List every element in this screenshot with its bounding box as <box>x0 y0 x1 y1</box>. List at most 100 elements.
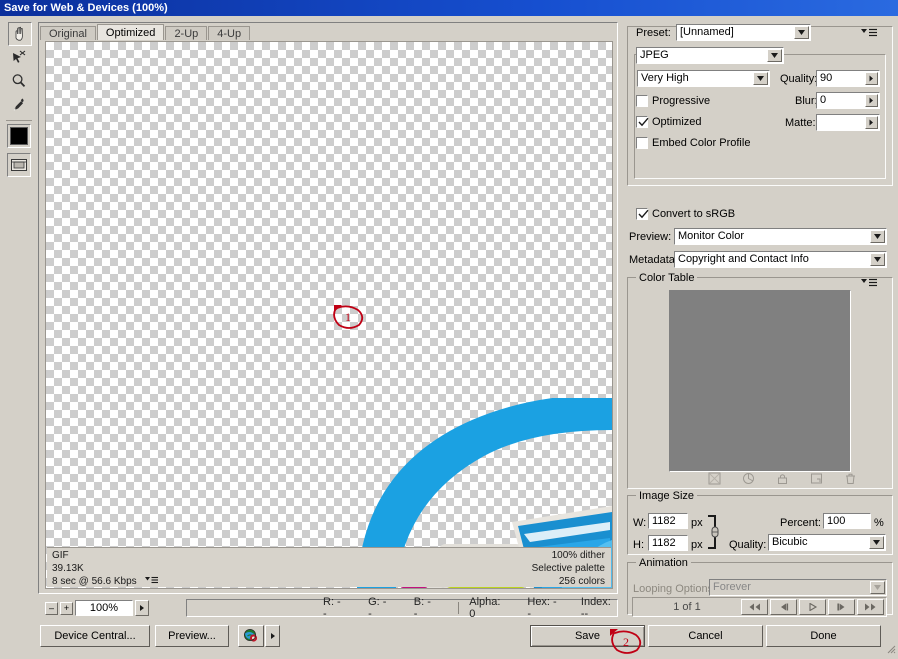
device-central-button[interactable]: Device Central... <box>40 625 150 647</box>
preset-value: [Unnamed] <box>680 26 734 38</box>
resample-quality-value: Bicubic <box>772 536 807 548</box>
file-format-dropdown-arrow[interactable] <box>767 49 782 62</box>
color-table-flyout-menu-button[interactable] <box>860 278 878 288</box>
next-frame-button[interactable] <box>828 599 855 615</box>
last-frame-button[interactable] <box>857 599 884 615</box>
file-format-combo[interactable]: JPEG <box>636 47 784 64</box>
color-table-swatches[interactable] <box>669 290 851 472</box>
previous-frame-button[interactable] <box>770 599 797 615</box>
tool-separator <box>6 120 32 121</box>
done-button[interactable]: Done <box>766 625 881 647</box>
zoom-in-button[interactable]: + <box>60 602 73 615</box>
checkmark-icon <box>638 117 649 127</box>
browser-select-dropdown[interactable] <box>265 625 280 647</box>
tab-original[interactable]: Original <box>40 26 96 40</box>
constrain-proportions-link-icon[interactable] <box>706 513 722 554</box>
browser-select-button[interactable] <box>238 625 264 647</box>
height-field[interactable]: 1182 <box>648 535 688 551</box>
view-mode-tabs: Original Optimized 2-Up 4-Up <box>40 24 616 40</box>
height-label: H: <box>633 539 644 551</box>
snap-to-web-icon[interactable] <box>707 471 721 485</box>
web-shift-icon[interactable] <box>741 471 755 485</box>
preset-label: Preset: <box>634 27 673 39</box>
blur-spinner-arrow[interactable] <box>865 94 878 107</box>
foreground-color-swatch[interactable] <box>7 124 31 148</box>
looping-options-value: Forever <box>713 581 751 593</box>
settings-flyout-menu-button[interactable] <box>860 28 878 38</box>
dither-label: 100% dither <box>532 549 605 562</box>
chevron-right-icon <box>869 75 874 82</box>
preset-dropdown-arrow[interactable] <box>794 26 809 39</box>
quality-value: 90 <box>820 72 832 84</box>
cancel-button[interactable]: Cancel <box>648 625 763 647</box>
zoom-control-bar: – + 100% <box>45 599 175 617</box>
percent-unit-label: % <box>874 517 884 529</box>
chevron-down-icon <box>798 30 805 35</box>
zoom-menu-button[interactable] <box>135 600 149 616</box>
metadata-dropdown-arrow[interactable] <box>870 253 885 266</box>
chevron-right-icon <box>869 97 874 104</box>
save-button[interactable]: Save <box>530 625 645 647</box>
optimized-checkbox[interactable] <box>636 116 648 128</box>
blur-label: Blur: <box>795 95 818 107</box>
width-field[interactable]: 1182 <box>648 513 688 529</box>
metadata-label: Metadata: <box>629 254 678 266</box>
convert-to-srgb-checkbox[interactable] <box>636 208 648 220</box>
preview-color-dropdown-arrow[interactable] <box>870 230 885 243</box>
matte-color-spinner[interactable] <box>816 114 880 131</box>
tab-optimized[interactable]: Optimized <box>97 24 165 40</box>
new-color-icon[interactable] <box>809 471 823 485</box>
chevron-right-icon <box>869 119 874 126</box>
tab-4up[interactable]: 4-Up <box>208 26 250 40</box>
preview-color-combo[interactable]: Monitor Color <box>674 228 887 245</box>
animation-title: Animation <box>636 557 691 569</box>
hand-tool[interactable] <box>8 22 32 46</box>
resize-grip[interactable] <box>884 642 896 654</box>
resample-quality-combo[interactable]: Bicubic <box>768 534 886 551</box>
quality-spinner-arrow[interactable] <box>865 72 878 85</box>
blur-spinner[interactable]: 0 <box>816 92 880 109</box>
percent-field[interactable]: 100 <box>823 513 871 529</box>
file-format-value: JPEG <box>640 49 669 61</box>
compression-quality-combo[interactable]: Very High <box>637 70 770 87</box>
progressive-checkbox[interactable] <box>636 95 648 107</box>
color-readout-bar: R: -- G: -- B: -- Alpha: 0 Hex: -- Index… <box>186 599 618 617</box>
slice-select-icon <box>10 48 28 66</box>
image-preview-canvas[interactable]: GIF 39.13K 8 sec @ 56.6 Kbps <box>45 41 613 589</box>
download-speed-menu-icon[interactable] <box>145 576 159 589</box>
matte-dropdown-arrow[interactable] <box>865 116 878 129</box>
window-title: Save for Web & Devices (100%) <box>4 2 168 14</box>
delete-color-icon[interactable] <box>843 471 857 485</box>
matte-label: Matte: <box>785 117 816 129</box>
toggle-slices-visibility-button[interactable] <box>7 153 31 177</box>
chevron-down-icon <box>757 76 764 81</box>
quality-spinner[interactable]: 90 <box>816 70 880 87</box>
resample-quality-label: Quality: <box>729 539 766 551</box>
slice-select-tool[interactable] <box>8 46 30 68</box>
embed-color-profile-label: Embed Color Profile <box>652 137 750 149</box>
download-time-label: 8 sec @ 56.6 Kbps <box>52 576 137 587</box>
resample-quality-dropdown-arrow[interactable] <box>869 536 884 549</box>
first-frame-button[interactable] <box>741 599 768 615</box>
preset-combo[interactable]: [Unnamed] <box>676 24 811 41</box>
chevron-down-icon <box>873 540 880 545</box>
metadata-combo[interactable]: Copyright and Contact Info <box>674 251 887 268</box>
looping-options-combo[interactable]: Forever <box>709 579 887 596</box>
zoom-tool[interactable] <box>8 70 30 92</box>
play-button[interactable] <box>799 599 826 615</box>
chevron-down-icon <box>874 234 881 239</box>
compression-quality-dropdown-arrow[interactable] <box>753 72 768 85</box>
zoom-level-field[interactable]: 100% <box>75 600 133 616</box>
blur-value: 0 <box>820 94 826 106</box>
looping-dropdown-arrow[interactable] <box>870 581 885 594</box>
magnifier-icon <box>10 72 28 90</box>
embed-color-profile-checkbox[interactable] <box>636 137 648 149</box>
zoom-out-button[interactable]: – <box>45 602 58 615</box>
file-size-label: 39.13K <box>52 562 159 575</box>
lock-color-icon[interactable] <box>775 471 789 485</box>
foreground-color-chip <box>10 127 28 145</box>
eyedropper-tool[interactable] <box>8 94 30 116</box>
preview-button[interactable]: Preview... <box>155 625 229 647</box>
optimization-info-bar: GIF 39.13K 8 sec @ 56.6 Kbps <box>47 547 611 587</box>
tab-2up[interactable]: 2-Up <box>165 26 207 40</box>
